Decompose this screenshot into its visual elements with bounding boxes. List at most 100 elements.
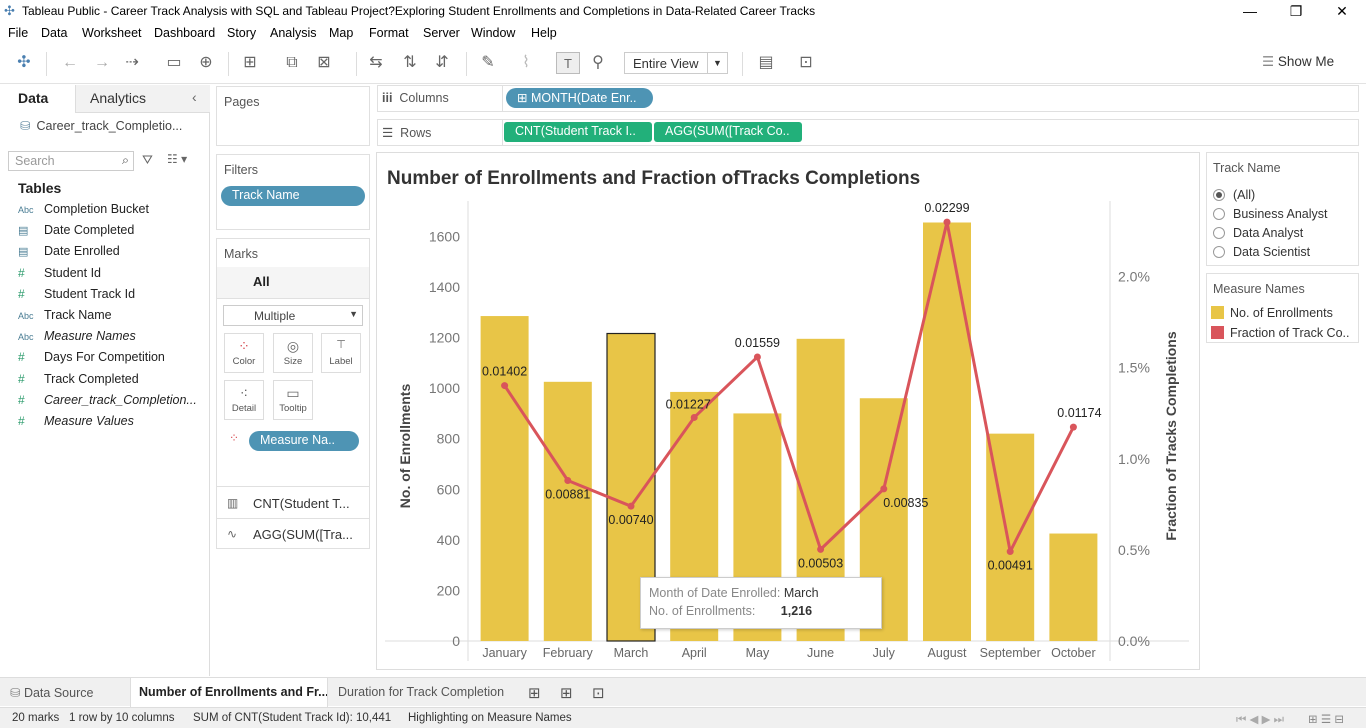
field-item[interactable]: Abc Measure Names: [18, 329, 136, 349]
new-worksheet-icon[interactable]: ⊞: [238, 52, 262, 74]
new-story-tab-icon[interactable]: ⊡: [592, 684, 605, 702]
show-labels-icon[interactable]: T: [556, 52, 580, 74]
measure-icon: #: [18, 350, 25, 365]
columns-pill-month[interactable]: ⊞ MONTH(Date Enr..: [506, 88, 653, 108]
field-item[interactable]: Abc Track Name: [18, 308, 112, 328]
view-options-icon[interactable]: ☷ ▾: [167, 152, 187, 166]
label-button[interactable]: ⊤ Label: [321, 333, 361, 373]
show-me-button[interactable]: ☰ Show Me: [1262, 54, 1334, 70]
menu-story[interactable]: Story: [227, 26, 256, 40]
field-item[interactable]: # Measure Values: [18, 414, 134, 434]
tab-data-source[interactable]: ⛁ Data Source: [2, 678, 128, 707]
show-cards-icon[interactable]: ▤: [754, 52, 778, 74]
tab-analytics[interactable]: Analytics: [90, 90, 146, 106]
menu-format[interactable]: Format: [369, 26, 409, 40]
undo-icon[interactable]: ←: [58, 52, 82, 74]
menu-analysis[interactable]: Analysis: [270, 26, 317, 40]
rows-icon: ☰: [382, 126, 394, 140]
radio-icon: [1213, 208, 1225, 220]
datasource-icon: ⛁: [20, 119, 31, 133]
color-pill-measure-names[interactable]: Measure Na..: [249, 431, 359, 451]
filter-pill-track-name[interactable]: Track Name: [221, 186, 365, 206]
swap-icon[interactable]: ⇆: [364, 52, 388, 74]
new-worksheet-tab-icon[interactable]: ⊞: [528, 684, 541, 702]
bar-measure-icon: ▥: [227, 496, 239, 510]
marks-measure-agg[interactable]: AGG(SUM([Tra...: [253, 527, 353, 542]
tables-heading: Tables: [18, 180, 62, 196]
highlight-icon[interactable]: ✎: [476, 52, 500, 74]
pin-icon[interactable]: ⚲: [586, 52, 610, 74]
field-item[interactable]: # Career_track_Completion...: [18, 393, 197, 413]
legend-item-enrollments[interactable]: No. of Enrollments: [1211, 306, 1333, 320]
redo-icon[interactable]: →: [90, 52, 114, 74]
sort-descending-icon[interactable]: ⇵: [430, 52, 454, 74]
tooltip-label: Tooltip: [279, 403, 307, 414]
columns-pill-label: MONTH(Date Enr..: [530, 91, 637, 105]
field-item[interactable]: # Days For Competition: [18, 350, 165, 370]
rows-pill-agg[interactable]: AGG(SUM([Track Co..: [654, 122, 802, 142]
menu-file[interactable]: File: [8, 26, 28, 40]
menu-data[interactable]: Data: [41, 26, 67, 40]
new-datasource-icon[interactable]: ⊕: [194, 52, 218, 74]
y-tick-label: 1400: [429, 279, 460, 295]
search-icon: ⌕: [121, 153, 129, 167]
field-item[interactable]: Abc Completion Bucket: [18, 202, 149, 222]
menu-help[interactable]: Help: [531, 26, 557, 40]
radio-option-business-analyst[interactable]: Business Analyst: [1213, 207, 1328, 221]
field-item[interactable]: ▤ Date Completed: [18, 223, 134, 243]
marks-measure-cnt[interactable]: CNT(Student T...: [253, 496, 350, 511]
tooltip-button[interactable]: ▭ Tooltip: [273, 380, 313, 420]
new-dashboard-tab-icon[interactable]: ⊞: [560, 684, 573, 702]
field-item[interactable]: ▤ Date Enrolled: [18, 244, 120, 264]
fraction-data-label: 0.00491: [988, 559, 1033, 573]
mark-type-select[interactable]: Multiple ▼: [223, 305, 363, 326]
y-tick-label: 400: [437, 532, 461, 548]
group-icon[interactable]: ⌇: [514, 52, 538, 74]
detail-button[interactable]: ⁖ Detail: [224, 380, 264, 420]
clear-sheet-icon[interactable]: ⊠: [312, 52, 336, 74]
tab-sheet-duration[interactable]: Duration for Track Completion: [330, 678, 520, 707]
close-window-button[interactable]: ✕: [1319, 0, 1365, 24]
marks-all-tab[interactable]: All: [253, 274, 270, 289]
field-item[interactable]: # Student Track Id: [18, 287, 135, 307]
legend-item-fraction[interactable]: Fraction of Track Co..: [1211, 326, 1349, 340]
datasource-item[interactable]: ⛁ Career_track_Completio...: [20, 118, 182, 133]
menu-worksheet[interactable]: Worksheet: [82, 26, 142, 40]
presentation-icon[interactable]: ⊡: [794, 52, 818, 74]
fit-select[interactable]: Entire View ▼: [624, 52, 728, 74]
rows-pill-cnt[interactable]: CNT(Student Track I..: [504, 122, 652, 142]
radio-option-data-analyst[interactable]: Data Analyst: [1213, 226, 1303, 240]
menu-server[interactable]: Server: [423, 26, 460, 40]
color-button[interactable]: ⁘ Color: [224, 333, 264, 373]
restore-button[interactable]: ❐: [1273, 0, 1319, 24]
menu-dashboard[interactable]: Dashboard: [154, 26, 215, 40]
radio-icon: [1213, 246, 1225, 258]
radio-option-data-scientist[interactable]: Data Scientist: [1213, 245, 1310, 259]
fraction-data-label: 0.01174: [1057, 406, 1101, 420]
save-icon[interactable]: ▭: [162, 52, 186, 74]
x-tick-label: August: [928, 646, 967, 660]
view-mode-icons[interactable]: ⊞ ☰ ⊟: [1308, 712, 1344, 726]
minimize-button[interactable]: —: [1227, 0, 1273, 24]
radio-label: Data Analyst: [1233, 226, 1304, 240]
menu-map[interactable]: Map: [329, 26, 353, 40]
search-input[interactable]: Search ⌕: [8, 151, 134, 171]
size-button[interactable]: ◎ Size: [273, 333, 313, 373]
sheet-nav-icons[interactable]: ⏮ ◀ ▶ ⏭: [1236, 712, 1284, 727]
tab-sheet-enrollments[interactable]: Number of Enrollments and Fr...: [130, 678, 328, 707]
track-name-legend-title: Track Name: [1213, 161, 1281, 175]
string-icon: Abc: [18, 205, 34, 215]
tab-data[interactable]: Data: [18, 90, 48, 106]
replay-icon[interactable]: ⇢: [120, 52, 144, 74]
tableau-home-icon[interactable]: ✣: [12, 52, 36, 74]
field-item[interactable]: # Student Id: [18, 266, 101, 286]
menu-window[interactable]: Window: [471, 26, 515, 40]
radio-option-all[interactable]: (All): [1213, 188, 1255, 202]
collapse-pane-icon[interactable]: ‹: [192, 89, 197, 105]
x-tick-label: February: [543, 646, 594, 660]
sort-ascending-icon[interactable]: ⇅: [398, 52, 422, 74]
filter-fields-icon[interactable]: ⛛: [142, 152, 153, 168]
duplicate-sheet-icon[interactable]: ⧉: [280, 52, 304, 74]
size-icon: ◎: [286, 338, 300, 354]
field-item[interactable]: # Track Completed: [18, 372, 139, 392]
